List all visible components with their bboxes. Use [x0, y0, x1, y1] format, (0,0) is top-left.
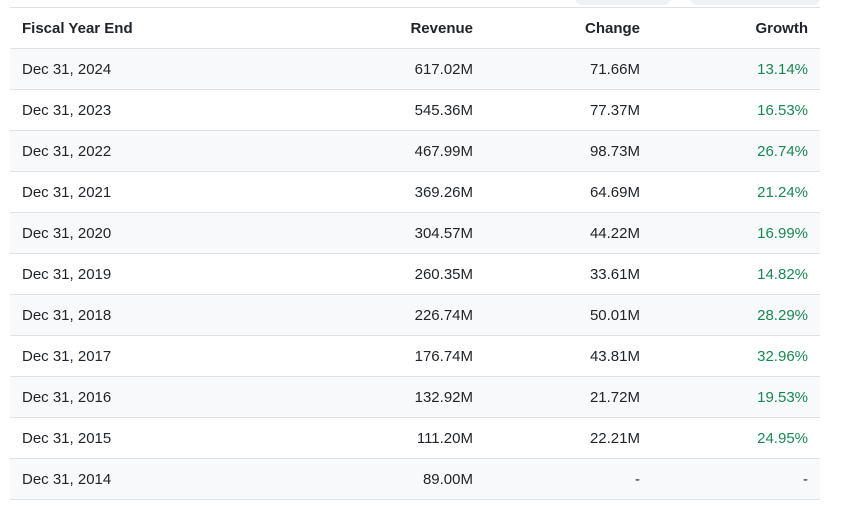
change-cell: -: [485, 458, 652, 500]
column-header-revenue: Revenue: [320, 7, 485, 49]
change-cell: 44.22M: [485, 212, 652, 254]
revenue-cell: 226.74M: [320, 294, 485, 336]
change-cell: 64.69M: [485, 171, 652, 213]
change-cell: 21.72M: [485, 376, 652, 418]
fiscal-year-cell: Dec 31, 2015: [10, 417, 320, 459]
table-row: Dec 31, 2019 260.35M 33.61M 14.82%: [10, 253, 820, 295]
table-row: Dec 31, 2014 89.00M - -: [10, 458, 820, 500]
table-row: Dec 31, 2024 617.02M 71.66M 13.14%: [10, 48, 820, 90]
fiscal-revenue-table: Fiscal Year End Revenue Change Growth Dec 3…: [10, 7, 820, 500]
column-header-fiscal-year-end: Fiscal Year End: [10, 7, 320, 49]
change-cell: 43.81M: [485, 335, 652, 377]
growth-cell: 26.74%: [652, 130, 820, 172]
revenue-cell: 111.20M: [320, 417, 485, 459]
change-cell: 77.37M: [485, 89, 652, 131]
cropped-toggle-button-left[interactable]: [575, 0, 671, 5]
table-row: Dec 31, 2021 369.26M 64.69M 21.24%: [10, 171, 820, 213]
revenue-cell: 132.92M: [320, 376, 485, 418]
fiscal-year-cell: Dec 31, 2022: [10, 130, 320, 172]
revenue-cell: 176.74M: [320, 335, 485, 377]
growth-cell: 16.53%: [652, 89, 820, 131]
growth-cell: -: [652, 458, 820, 500]
revenue-table-page: Fiscal Year End Revenue Change Growth Dec 3…: [0, 0, 854, 511]
table-row: Dec 31, 2015 111.20M 22.21M 24.95%: [10, 417, 820, 459]
table-row: Dec 31, 2023 545.36M 77.37M 16.53%: [10, 89, 820, 131]
growth-cell: 16.99%: [652, 212, 820, 254]
revenue-cell: 260.35M: [320, 253, 485, 295]
table-row: Dec 31, 2020 304.57M 44.22M 16.99%: [10, 212, 820, 254]
fiscal-year-cell: Dec 31, 2020: [10, 212, 320, 254]
column-header-change: Change: [485, 7, 652, 49]
growth-cell: 24.95%: [652, 417, 820, 459]
table-row: Dec 31, 2018 226.74M 50.01M 28.29%: [10, 294, 820, 336]
revenue-cell: 369.26M: [320, 171, 485, 213]
fiscal-year-cell: Dec 31, 2024: [10, 48, 320, 90]
revenue-cell: 617.02M: [320, 48, 485, 90]
fiscal-year-cell: Dec 31, 2017: [10, 335, 320, 377]
fiscal-year-cell: Dec 31, 2021: [10, 171, 320, 213]
change-cell: 50.01M: [485, 294, 652, 336]
cropped-toggle-button-right[interactable]: [690, 0, 820, 5]
growth-cell: 13.14%: [652, 48, 820, 90]
table-row: Dec 31, 2016 132.92M 21.72M 19.53%: [10, 376, 820, 418]
change-cell: 71.66M: [485, 48, 652, 90]
growth-cell: 28.29%: [652, 294, 820, 336]
revenue-cell: 304.57M: [320, 212, 485, 254]
fiscal-year-cell: Dec 31, 2019: [10, 253, 320, 295]
table-row: Dec 31, 2022 467.99M 98.73M 26.74%: [10, 130, 820, 172]
table-header-row: Fiscal Year End Revenue Change Growth: [10, 7, 820, 49]
fiscal-year-cell: Dec 31, 2016: [10, 376, 320, 418]
change-cell: 33.61M: [485, 253, 652, 295]
growth-cell: 19.53%: [652, 376, 820, 418]
fiscal-year-cell: Dec 31, 2023: [10, 89, 320, 131]
table-body: Dec 31, 2024 617.02M 71.66M 13.14% Dec 31, 2…: [10, 48, 820, 500]
revenue-cell: 467.99M: [320, 130, 485, 172]
growth-cell: 21.24%: [652, 171, 820, 213]
column-header-growth: Growth: [652, 7, 820, 49]
table-row: Dec 31, 2017 176.74M 43.81M 32.96%: [10, 335, 820, 377]
growth-cell: 14.82%: [652, 253, 820, 295]
change-cell: 22.21M: [485, 417, 652, 459]
fiscal-revenue-table-container: Fiscal Year End Revenue Change Growth Dec 3…: [10, 7, 820, 500]
fiscal-year-cell: Dec 31, 2014: [10, 458, 320, 500]
fiscal-year-cell: Dec 31, 2018: [10, 294, 320, 336]
growth-cell: 32.96%: [652, 335, 820, 377]
revenue-cell: 545.36M: [320, 89, 485, 131]
revenue-cell: 89.00M: [320, 458, 485, 500]
change-cell: 98.73M: [485, 130, 652, 172]
